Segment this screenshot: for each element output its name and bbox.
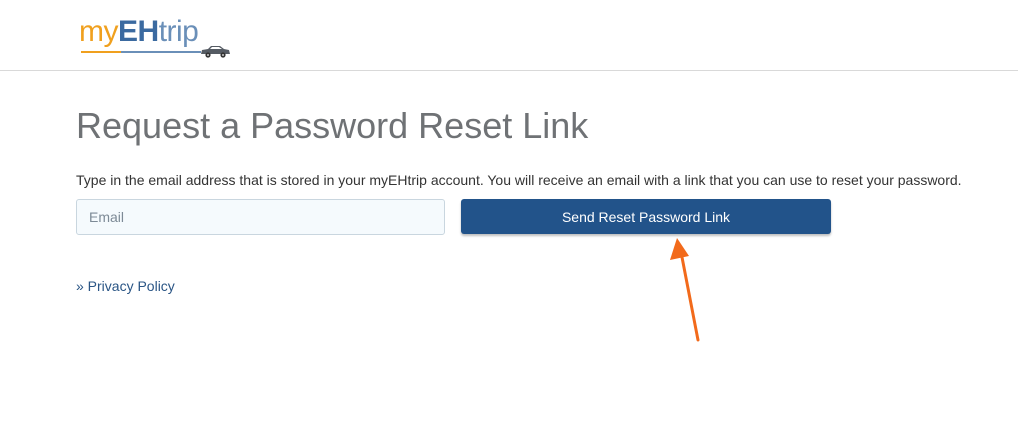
logo-part-eh: EH <box>118 15 159 48</box>
logo-underline-orange <box>81 51 121 53</box>
site-header: myEHtrip <box>0 0 1018 71</box>
logo-part-trip: trip <box>158 15 199 48</box>
car-icon <box>201 46 230 58</box>
arrow-icon <box>670 238 700 342</box>
myehtrip-logo[interactable]: myEHtrip <box>79 14 239 62</box>
instructions-text: Type in the email address that is stored… <box>76 172 962 188</box>
logo-underline-blue <box>121 51 201 53</box>
send-reset-password-link-button[interactable]: Send Reset Password Link <box>461 199 831 234</box>
page-title: Request a Password Reset Link <box>76 105 589 146</box>
logo-wordmark: myEHtrip <box>79 14 199 50</box>
privacy-policy-link[interactable]: » Privacy Policy <box>76 277 175 295</box>
logo-part-my: my <box>79 15 119 48</box>
email-field[interactable] <box>76 199 445 235</box>
